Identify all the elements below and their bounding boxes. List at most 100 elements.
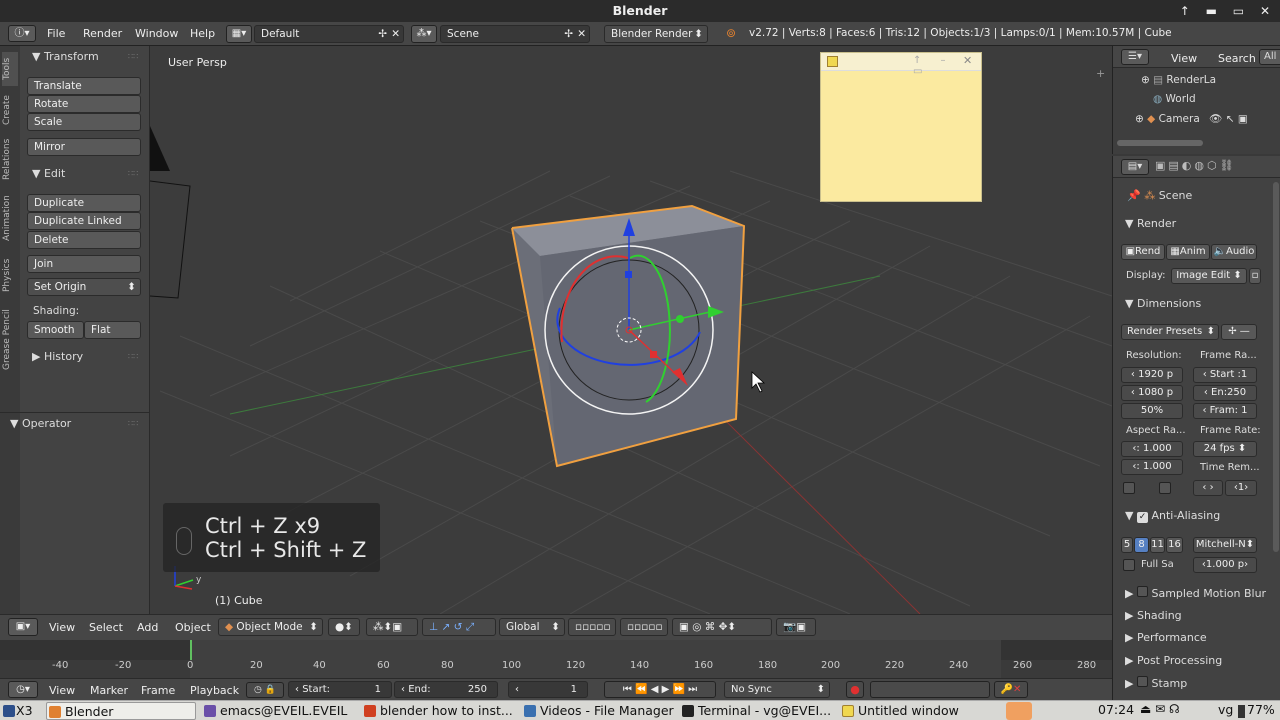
record-button[interactable]: ●: [846, 681, 864, 698]
editor-type-icon[interactable]: ☰▾: [1121, 49, 1149, 65]
menu-search[interactable]: Search: [1218, 52, 1256, 65]
render-image-button[interactable]: ▣Rend: [1121, 244, 1165, 260]
window-controls[interactable]: ↑ ▬ ▭ ✕: [1180, 0, 1276, 22]
start-menu-button[interactable]: X3: [0, 702, 40, 720]
crop-checkbox[interactable]: [1159, 482, 1171, 494]
scene-icon[interactable]: ⁂▾: [411, 25, 437, 43]
menu-frame[interactable]: Frame: [141, 684, 175, 697]
menu-playback[interactable]: Playback: [190, 684, 239, 697]
editor-type-icon[interactable]: ▤▾: [1121, 159, 1149, 175]
render-panel-header[interactable]: ▼ Render: [1125, 217, 1176, 230]
editor-type-icon[interactable]: ◷▾: [8, 681, 38, 698]
end-frame-field[interactable]: ‹ End: 250: [394, 681, 498, 698]
edit-panel-header[interactable]: ▼ Edit: [32, 167, 65, 180]
tray-icons[interactable]: ⏏ ✉ ☊: [1140, 702, 1180, 716]
screen-layout-icon[interactable]: ▦▾: [226, 25, 252, 43]
outliner[interactable]: ☰▾ View Search All S ⊕ ▤ RenderLa ◍ Worl…: [1112, 46, 1280, 154]
editor-type-icon[interactable]: ⓘ▾: [8, 25, 36, 42]
task-untitled-window[interactable]: Untitled window: [840, 702, 1002, 720]
aa-samples-5[interactable]: 5: [1121, 537, 1133, 553]
drag-grip-icon[interactable]: ∷∷: [128, 52, 138, 61]
layers-grid-1[interactable]: ▫▫▫▫▫: [568, 618, 616, 636]
scale-button[interactable]: Scale: [27, 113, 141, 131]
outliner-item[interactable]: ⊕ ◆ Camera 👁 ↖ ▣: [1135, 112, 1248, 125]
rotate-button[interactable]: Rotate: [27, 95, 141, 113]
render-audio-button[interactable]: 🔈Audio: [1211, 244, 1257, 260]
display-toggle[interactable]: ▫: [1249, 268, 1261, 284]
start-frame-field[interactable]: ‹ Start: 1: [288, 681, 392, 698]
scene-field[interactable]: Scene ✢ ✕: [440, 25, 590, 43]
resolution-y-field[interactable]: ‹ 1080 p: [1121, 385, 1183, 401]
render-anim-button[interactable]: ▦Anim: [1166, 244, 1210, 260]
resolution-x-field[interactable]: ‹ 1920 p: [1121, 367, 1183, 383]
note-close-icon[interactable]: ✕: [963, 54, 972, 67]
tab-relations[interactable]: Relations: [2, 134, 18, 184]
history-panel-header[interactable]: ▶ History: [32, 350, 83, 363]
properties-toggle-icon[interactable]: +: [1096, 67, 1105, 80]
frame-rate-select[interactable]: 24 fps ⬍: [1193, 441, 1257, 457]
time-remap-new-field[interactable]: ‹1›: [1225, 480, 1257, 496]
note-titlebar[interactable]: ↑ – ▭ ✕: [821, 53, 981, 77]
screen-layout-field[interactable]: Default ✢ ✕: [254, 25, 404, 43]
task-terminal[interactable]: Terminal - vg@EVEI...: [680, 702, 834, 720]
display-mode-select[interactable]: All S: [1259, 49, 1280, 65]
preset-add-remove[interactable]: ✢ —: [1221, 324, 1257, 340]
timeline[interactable]: -40 -20 0 20 40 60 80 100 120 140 160 18…: [0, 640, 1112, 678]
render-engine-select[interactable]: Blender Render ⬍: [604, 25, 708, 43]
editor-type-icon[interactable]: ▣▾: [8, 618, 38, 636]
drag-grip-icon[interactable]: ∷∷: [128, 419, 138, 428]
aspect-x-field[interactable]: ‹: 1.000: [1121, 441, 1183, 457]
keyframe-buttons[interactable]: 🔑✕: [994, 681, 1028, 698]
properties-scrollbar[interactable]: [1273, 182, 1279, 552]
keying-set-field[interactable]: [870, 681, 990, 698]
current-frame-marker[interactable]: [190, 640, 192, 660]
menu-add[interactable]: Add: [137, 621, 158, 634]
aa-samples-16[interactable]: 16: [1166, 537, 1183, 553]
operator-panel-header[interactable]: ▼ Operator: [10, 417, 71, 430]
snap-toggles[interactable]: ▣ ◎ ⌘ ✥⬍: [672, 618, 772, 636]
filter-size-field[interactable]: ‹1.000 p›: [1193, 557, 1257, 573]
menu-view[interactable]: View: [49, 621, 75, 634]
outliner-scrollbar[interactable]: [1117, 140, 1203, 146]
full-sample-checkbox[interactable]: [1123, 559, 1135, 571]
duplicate-button[interactable]: Duplicate: [27, 194, 141, 212]
delete-button[interactable]: Delete: [27, 231, 141, 249]
translate-button[interactable]: Translate: [27, 77, 141, 95]
shading-panel-header[interactable]: ▶ Shading: [1125, 609, 1182, 622]
render-presets-select[interactable]: Render Presets ⬍: [1121, 324, 1219, 340]
flat-button[interactable]: Flat: [84, 321, 141, 339]
shading-select[interactable]: ●⬍: [328, 618, 360, 636]
task-blender[interactable]: Blender: [46, 702, 196, 720]
manipulator-toggles[interactable]: ⊥ ↗ ↺ ⤢: [422, 618, 496, 636]
mode-select[interactable]: ◆ Object Mode ⬍: [218, 618, 323, 636]
drag-grip-icon[interactable]: ∷∷: [128, 169, 138, 178]
dimensions-panel-header[interactable]: ▼ Dimensions: [1125, 297, 1201, 310]
duplicate-linked-button[interactable]: Duplicate Linked: [27, 212, 141, 230]
aa-samples-8[interactable]: 8: [1134, 537, 1149, 553]
task-browser[interactable]: blender how to inst...: [362, 702, 516, 720]
outliner-item[interactable]: ◍ World: [1153, 93, 1196, 105]
tab-physics[interactable]: Physics: [2, 252, 18, 298]
menu-select[interactable]: Select: [89, 621, 123, 634]
menu-object[interactable]: Object: [175, 621, 211, 634]
aa-samples-11[interactable]: 11: [1150, 537, 1165, 553]
menu-help[interactable]: Help: [190, 27, 215, 40]
resolution-percent-field[interactable]: 50%: [1121, 403, 1183, 419]
frame-end-field[interactable]: ‹ En:250: [1193, 385, 1257, 401]
lock-range-icon[interactable]: ◷ 🔒: [246, 682, 284, 698]
border-checkbox[interactable]: [1123, 482, 1135, 494]
menu-marker[interactable]: Marker: [90, 684, 128, 697]
current-frame-field[interactable]: ‹ 1: [508, 681, 588, 698]
mirror-button[interactable]: Mirror: [27, 138, 141, 156]
menu-file[interactable]: File: [47, 27, 65, 40]
properties-editor[interactable]: ▤▾ ▣▤◐◍⬡⛓ 📌 ⁂ Scene ▼ Render ▣Rend ▦Anim…: [1112, 156, 1280, 700]
sticky-note-window[interactable]: ↑ – ▭ ✕: [820, 52, 982, 202]
drag-grip-icon[interactable]: ∷∷: [128, 352, 138, 361]
tab-grease-pencil[interactable]: Grease Pencil: [2, 302, 18, 378]
tab-tools[interactable]: Tools: [2, 52, 18, 86]
smooth-button[interactable]: Smooth: [27, 321, 84, 339]
playback-controls[interactable]: ⏮ ⏪ ◀ ▶ ⏩ ⏭: [604, 681, 716, 698]
performance-panel-header[interactable]: ▶ Performance: [1125, 631, 1207, 644]
frame-start-field[interactable]: ‹ Start :1: [1193, 367, 1257, 383]
set-origin-select[interactable]: Set Origin ⬍: [27, 278, 141, 296]
